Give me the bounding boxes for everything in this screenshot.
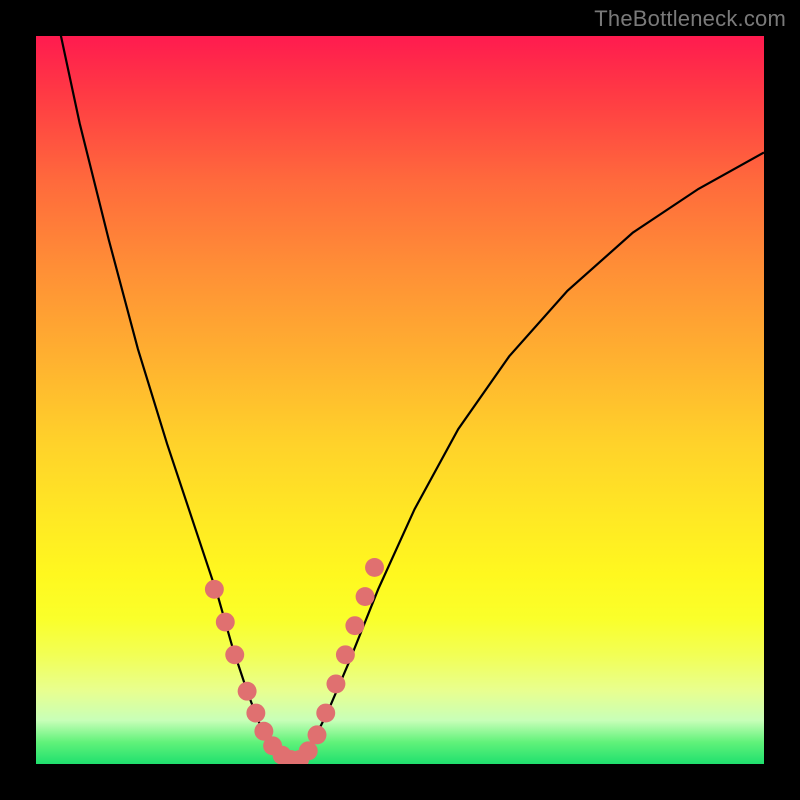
data-marker bbox=[316, 704, 335, 723]
data-marker bbox=[345, 616, 364, 635]
data-marker bbox=[238, 682, 257, 701]
data-marker bbox=[205, 580, 224, 599]
data-marker bbox=[336, 645, 355, 664]
left-branch-curve bbox=[58, 36, 291, 760]
plot-area bbox=[36, 36, 764, 764]
data-marker bbox=[308, 725, 327, 744]
data-marker bbox=[299, 741, 318, 760]
data-marker bbox=[216, 613, 235, 632]
right-branch-curve bbox=[291, 152, 764, 760]
data-marker bbox=[326, 674, 345, 693]
data-marker bbox=[356, 587, 375, 606]
data-markers bbox=[205, 558, 384, 764]
data-marker bbox=[365, 558, 384, 577]
watermark-label: TheBottleneck.com bbox=[594, 6, 786, 32]
data-marker bbox=[246, 704, 265, 723]
chart-svg bbox=[36, 36, 764, 764]
data-marker bbox=[225, 645, 244, 664]
